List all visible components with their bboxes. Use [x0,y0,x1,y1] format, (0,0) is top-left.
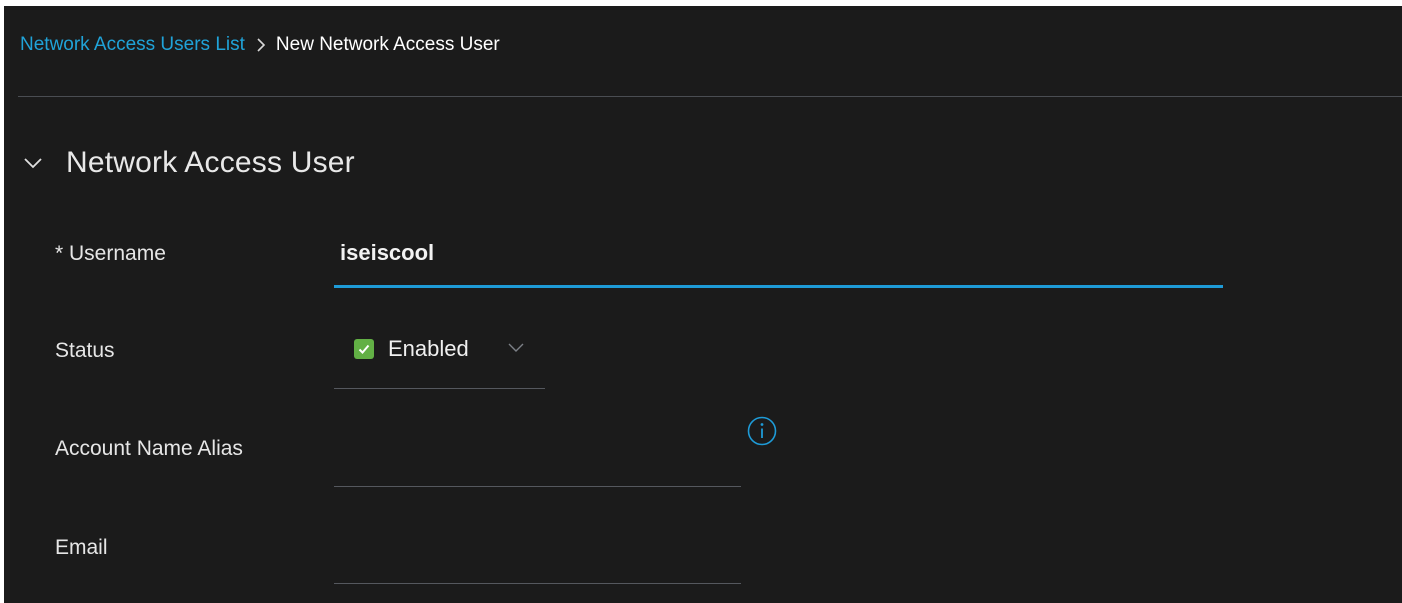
username-input[interactable]: iseiscool [334,228,1223,288]
section-title: Network Access User [66,146,355,179]
chevron-down-icon [22,152,44,174]
breadcrumb-current: New Network Access User [275,34,500,55]
email-label: Email [55,536,108,559]
check-icon [354,339,374,359]
page-frame: Network Access Users List New Network Ac… [4,6,1402,603]
status-dropdown[interactable]: Enabled [334,326,545,388]
username-label: * Username [55,242,166,265]
header-divider [18,96,1402,97]
account-name-alias-label: Account Name Alias [55,437,243,460]
status-value: Enabled [388,336,469,361]
email-input[interactable] [334,536,741,584]
section-toggle-network-access-user[interactable]: Network Access User [22,146,355,180]
status-label: Status [55,339,115,362]
chevron-down-icon [506,340,526,356]
status-underline [334,388,545,389]
email-underline [334,583,741,584]
account-name-alias-input[interactable] [334,438,741,486]
breadcrumb-link-users-list[interactable]: Network Access Users List [20,34,245,56]
chevron-right-icon [256,36,267,54]
info-icon[interactable] [746,415,778,447]
username-value: iseiscool [340,240,435,265]
account-name-alias-underline [334,486,741,487]
breadcrumb: Network Access Users List New Network Ac… [20,34,500,56]
